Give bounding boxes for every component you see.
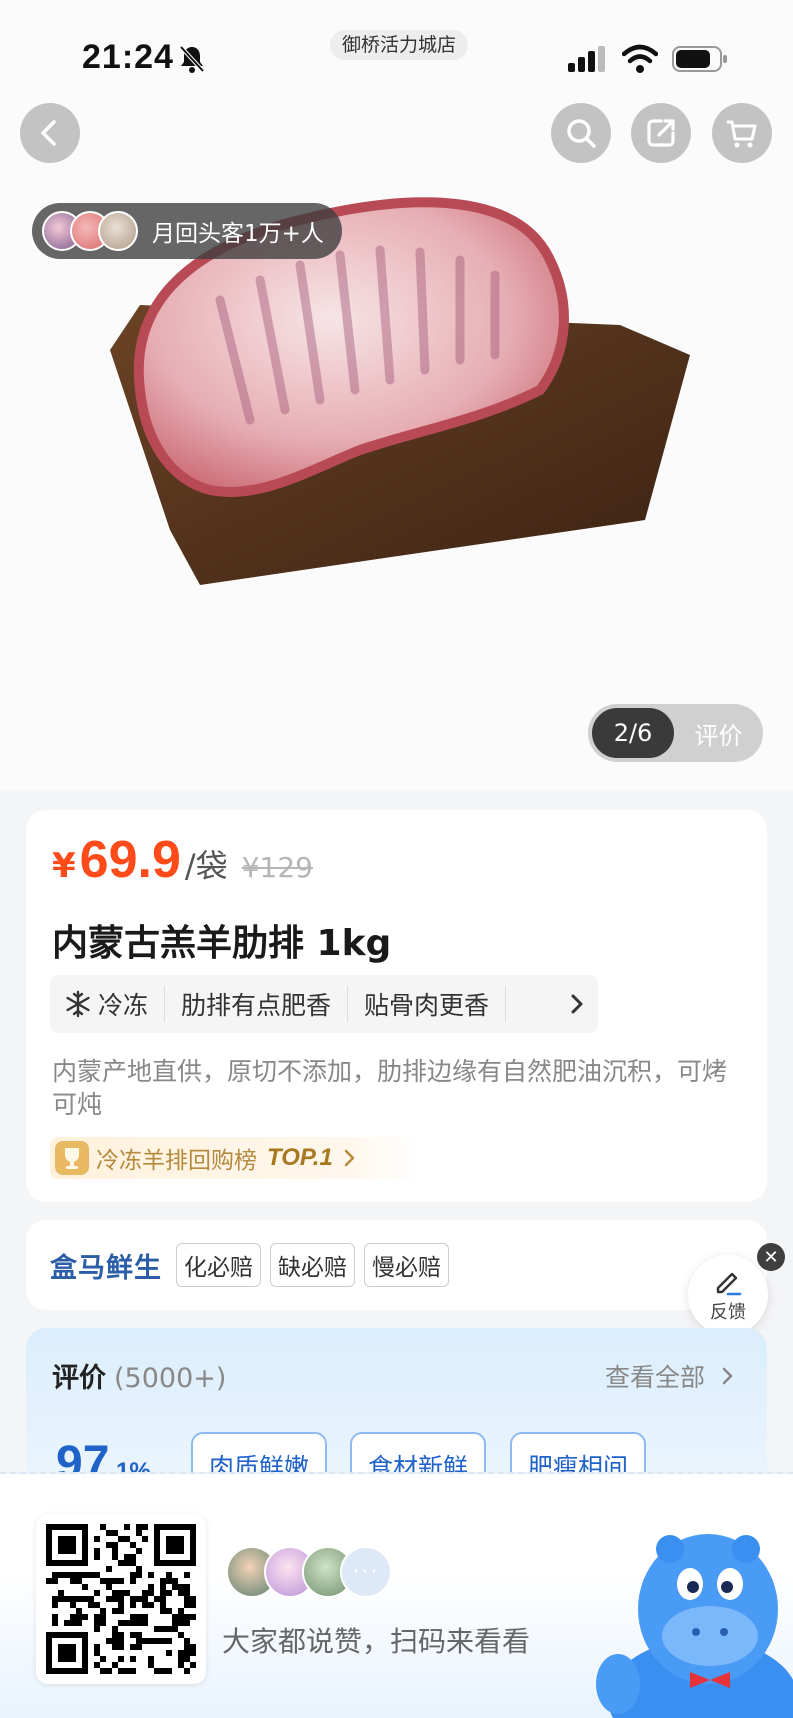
search-button[interactable] (551, 103, 611, 163)
service-guarantee-card[interactable]: 盒马鲜生 化必赔 缺必赔 慢必赔 (26, 1220, 767, 1310)
search-icon (567, 119, 596, 148)
close-icon[interactable]: ✕ (757, 1243, 785, 1271)
guarantee-badge: 慢必赔 (364, 1243, 449, 1287)
reviews-heading: 评价 (5000+) (52, 1356, 226, 1395)
signal-icon (568, 46, 605, 72)
cart-icon (726, 120, 757, 148)
feedback-button[interactable]: 反馈 (688, 1255, 768, 1335)
tag-frozen: 冷冻 (64, 986, 166, 1022)
snowflake-icon (66, 990, 90, 1018)
chevron-right-icon (344, 1149, 355, 1167)
product-title: 内蒙古羔羊肋排 1kg (52, 923, 392, 964)
qr-code-image (46, 1524, 196, 1674)
hippo-mascot-icon (596, 1534, 793, 1718)
cart-button[interactable] (712, 103, 772, 163)
status-time: 21:24 (82, 38, 174, 76)
scan-prompt-sheet: ··· 大家都说赞，扫码来看看 (0, 1472, 793, 1718)
view-all-label: 查看全部 (604, 1363, 705, 1392)
back-button[interactable] (20, 103, 80, 163)
product-info-card: ¥ 69.9 /袋 ¥129 内蒙古羔羊肋排 1kg 冷冻 肋排有点肥香 贴骨肉… (26, 810, 767, 1202)
guarantee-badge: 化必赔 (176, 1243, 261, 1287)
customer-avatars (42, 211, 138, 251)
chevron-right-icon (722, 1367, 733, 1385)
store-name: 御桥活力城店 (330, 30, 469, 60)
chevron-right-icon[interactable] (566, 991, 588, 1017)
rank-top: TOP.1 (267, 1144, 333, 1171)
share-icon (647, 119, 675, 147)
scan-prompt-text: 大家都说赞，扫码来看看 (222, 1625, 531, 1658)
feedback-label: 反馈 (710, 1302, 746, 1323)
image-index[interactable]: 2/6 (592, 708, 674, 758)
share-button[interactable] (631, 103, 691, 163)
image-counter[interactable]: 2/6 评价 (588, 704, 763, 762)
repeat-customers-text: 月回头客1万+人 (152, 221, 324, 247)
gallery-reviews-tab[interactable]: 评价 (674, 716, 763, 751)
wifi-icon (622, 44, 658, 73)
rank-label: 冷冻羊排回购榜 (96, 1148, 257, 1174)
repurchase-rank-badge[interactable]: 冷冻羊排回购榜 TOP.1 (50, 1137, 420, 1179)
product-description: 内蒙产地直供，原切不添加，肋排边缘有自然肥油沉积，可烤可炖 (52, 1057, 728, 1119)
price-row: ¥ 69.9 /袋 ¥129 (52, 830, 313, 890)
bell-muted-icon (179, 45, 205, 73)
tag-bone-meat: 贴骨肉更香 (348, 986, 507, 1022)
feature-tags[interactable]: 冷冻 肋排有点肥香 贴骨肉更香 (50, 975, 598, 1033)
repeat-customers-badge: 月回头客1万+人 (32, 203, 342, 259)
price-unit: /袋 (184, 847, 228, 885)
avatar (98, 211, 138, 251)
reviews-count: (5000+) (114, 1363, 227, 1394)
reviewer-avatars: ··· (226, 1546, 392, 1598)
product-gallery[interactable]: 21:24 御桥活力城店 月回头客1万+人 2/6 评价 (0, 0, 793, 790)
view-all-reviews-link[interactable]: 查看全部 (605, 1358, 737, 1394)
battery-icon (672, 46, 727, 72)
guarantee-badge: 缺必赔 (270, 1243, 355, 1287)
more-avatars-icon: ··· (340, 1546, 392, 1598)
currency-symbol: ¥ (52, 846, 76, 886)
reviews-title: 评价 (52, 1363, 106, 1394)
edit-icon (716, 1272, 742, 1296)
qr-code (36, 1514, 206, 1684)
brand-name: 盒马鲜生 (50, 1252, 162, 1284)
back-icon (41, 120, 56, 146)
price: 69.9 (79, 831, 181, 889)
tag-label: 冷冻 (98, 991, 149, 1020)
trophy-icon (55, 1141, 89, 1175)
original-price: ¥129 (241, 851, 313, 884)
tag-fatty: 肋排有点肥香 (165, 986, 349, 1022)
status-bar: 21:24 御桥活力城店 (0, 0, 793, 110)
